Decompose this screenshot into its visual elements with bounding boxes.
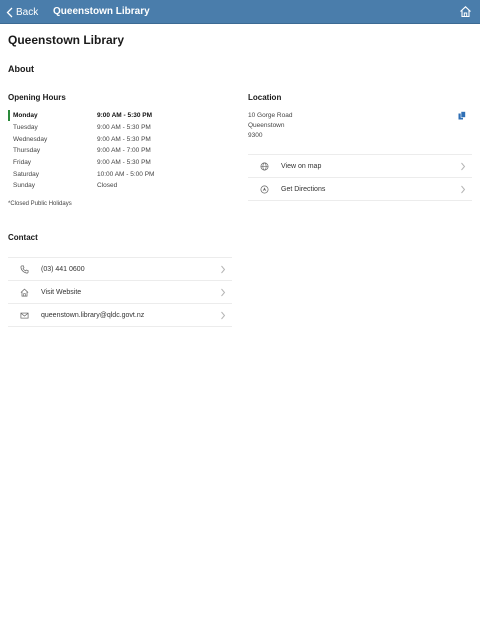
view-on-map-row[interactable]: View on map [248,155,472,178]
contact-email-label: queenstown.library@qldc.govt.nz [41,311,145,319]
nav-bar: Back Queenstown Library [0,0,480,24]
location-heading: Location [248,93,282,102]
get-directions-label: Get Directions [281,185,326,193]
address-line: 9300 [248,132,263,139]
hours-time: 9:00 AM - 5:30 PM [97,135,151,143]
page-title: Queenstown Library [8,33,125,47]
hours-day: Friday [13,159,32,167]
view-on-map-label: View on map [281,162,322,170]
hours-day: Tuesday [13,124,38,132]
contact-phone-label: (03) 441 0600 [41,265,85,273]
chevron-right-icon [221,311,226,320]
opening-hours-heading: Opening Hours [8,93,66,102]
contact-website-row[interactable]: Visit Website [8,281,232,304]
back-button[interactable]: Back [6,0,38,24]
hours-time: Closed [97,182,118,190]
location-actions: View on map Get Directions [248,154,472,201]
chevron-right-icon [221,265,226,274]
address-line: 10 Gorge Road [248,112,293,119]
address-line: Queenstown [248,122,285,129]
mail-icon [20,312,29,318]
hours-row: Wednesday 9:00 AM - 5:30 PM [8,133,208,145]
hours-row: Tuesday 9:00 AM - 5:30 PM [8,122,208,134]
hours-day: Thursday [13,147,41,155]
get-directions-row[interactable]: Get Directions [248,178,472,201]
hours-row: Saturday 10:00 AM - 5:00 PM [8,168,208,180]
hours-row: Thursday 9:00 AM - 7:00 PM [8,145,208,157]
contact-email-row[interactable]: queenstown.library@qldc.govt.nz [8,304,232,327]
home-icon [20,288,29,296]
hours-row: Friday 9:00 AM - 5:30 PM [8,157,208,169]
hours-day: Sunday [13,182,36,190]
opening-hours-list: Monday 9:00 AM - 5:30 PM Tuesday 9:00 AM… [8,110,208,192]
hours-row: Sunday Closed [8,180,208,192]
directions-icon [260,185,269,193]
chevron-right-icon [461,185,466,194]
globe-icon [260,162,269,170]
contact-phone-row[interactable]: (03) 441 0600 [8,258,232,281]
hours-row: Monday 9:00 AM - 5:30 PM [8,110,208,122]
hours-day: Wednesday [13,135,48,143]
contact-list: (03) 441 0600 Visit Website queenstown.l… [8,257,232,327]
hours-time: 10:00 AM - 5:00 PM [97,170,155,178]
copy-icon[interactable] [458,111,466,120]
back-label: Back [16,6,39,18]
phone-icon [20,265,29,273]
hours-time: 9:00 AM - 7:00 PM [97,147,151,155]
hours-time: 9:00 AM - 5:30 PM [97,124,151,132]
public-holidays-note: *Closed Public Holidays [8,201,72,207]
hours-day: Monday [13,112,38,120]
chevron-left-icon [6,7,13,17]
hours-time: 9:00 AM - 5:30 PM [97,112,153,120]
contact-website-label: Visit Website [41,288,82,296]
chevron-right-icon [221,288,226,297]
address: 10 Gorge Road Queenstown 9300 [248,111,292,141]
chevron-right-icon [461,162,466,171]
about-heading: About [8,64,34,74]
nav-title: Queenstown Library [53,6,150,17]
hours-time: 9:00 AM - 5:30 PM [97,159,151,167]
contact-heading: Contact [8,233,38,242]
hours-day: Saturday [13,170,40,178]
home-icon[interactable] [459,5,472,18]
